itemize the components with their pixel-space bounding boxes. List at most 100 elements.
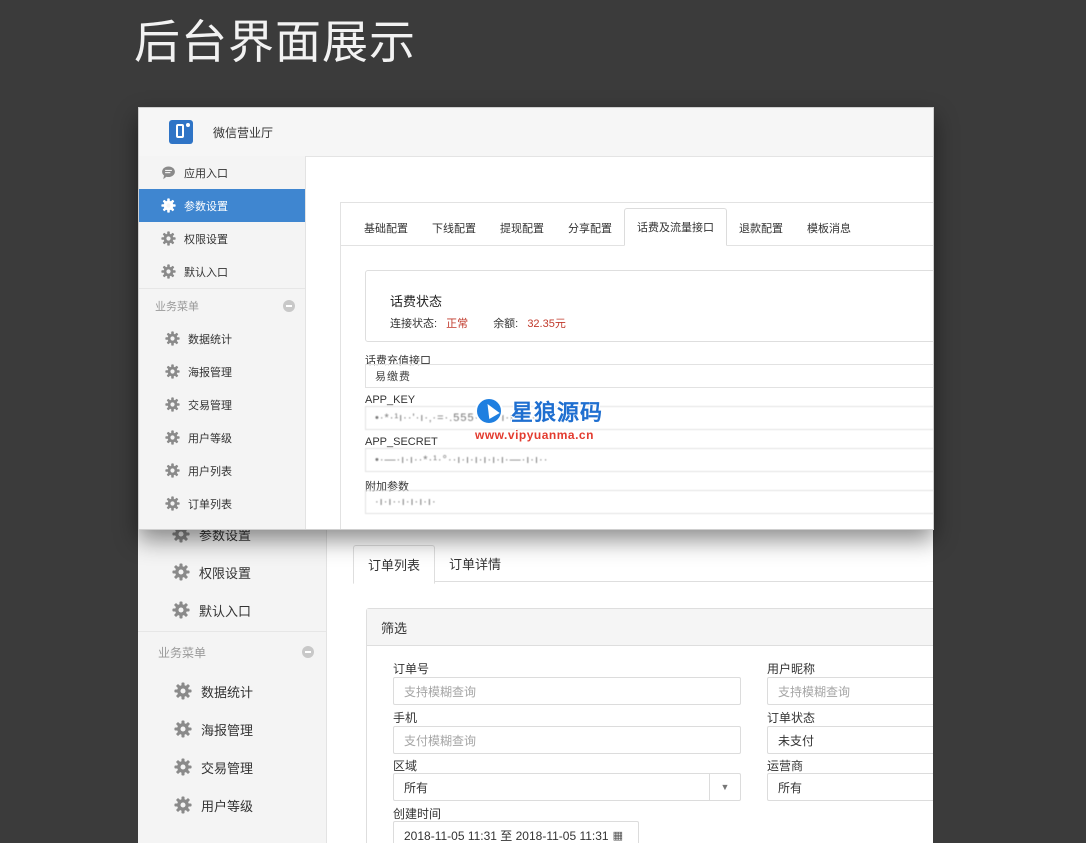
conn-label: 连接状态:: [390, 318, 438, 330]
group-label: 业务菜单: [158, 645, 207, 660]
field-input[interactable]: 易缴费: [365, 364, 933, 388]
sidebar-item[interactable]: 数据统计: [139, 322, 305, 355]
gear-icon: [165, 463, 180, 478]
calendar-icon[interactable]: ▦: [613, 829, 623, 842]
sidebar-item[interactable]: 订单列表: [139, 487, 305, 520]
tab[interactable]: 订单列表: [353, 545, 436, 584]
sidebar-item-label: 应用入口: [184, 167, 228, 180]
gear-icon: [165, 364, 180, 379]
business-menu-group[interactable]: 业务菜单: [139, 288, 305, 322]
field-input[interactable]: •·—·ı·ı··*·¹·°··ı·ı·ı·ı·ı·ı·—·ı·ı··: [365, 448, 933, 472]
sidebar-item-label: 用户等级: [201, 798, 254, 814]
sidebar-item-label: 交易管理: [201, 760, 254, 776]
region-select[interactable]: 所有 ▼: [393, 773, 741, 801]
sidebar-item-label: 用户列表: [188, 465, 232, 478]
gear-icon: [172, 563, 190, 581]
sidebar-item[interactable]: 用户列表: [139, 454, 305, 487]
tab[interactable]: 退款配置: [727, 211, 795, 245]
app-title: 微信营业厅: [213, 125, 274, 140]
sidebar-item[interactable]: 应用入口: [139, 156, 305, 189]
balance-label: 余额:: [493, 318, 519, 330]
gear-icon: [161, 264, 176, 279]
status-line: 连接状态: 正常 余额: 32.35元: [390, 315, 566, 331]
chevron-down-icon[interactable]: ▼: [709, 774, 740, 800]
filter-title: 筛选: [367, 609, 933, 646]
sidebar-item-label: 参数设置: [184, 200, 228, 213]
sidebar-item-label: 数据统计: [201, 684, 254, 700]
chat-bubble-icon: [161, 165, 176, 180]
order-status-label: 订单状态: [767, 711, 816, 725]
sidebar-item-label: 订单列表: [188, 498, 232, 511]
gear-icon: [174, 758, 192, 776]
sidebar-item-label: 权限设置: [184, 233, 228, 246]
tab[interactable]: 基础配置: [352, 211, 420, 245]
gear-icon: [172, 601, 190, 619]
created-time-value: 2018-11-05 11:31 至 2018-11-05 11:31: [404, 828, 609, 843]
page-headline: 后台界面展示: [134, 16, 416, 68]
nickname-label: 用户昵称: [767, 662, 816, 676]
tab[interactable]: 分享配置: [556, 211, 624, 245]
created-time-label: 创建时间: [393, 807, 442, 821]
sidebar-item[interactable]: 海报管理: [139, 355, 305, 388]
field-input[interactable]: •·*·¹ı··'·ı·‚·=·.555··ı·ı·ı·ı·ı·ı·ı·: [365, 406, 933, 430]
carrier-label: 运营商: [767, 759, 804, 773]
settings-screenshot: 微信营业厅 应用入口参数设置权限设置默认入口 业务菜单 数据统计海报管理交易管理…: [138, 107, 934, 530]
tab[interactable]: 模板消息: [795, 211, 863, 245]
tab[interactable]: 下线配置: [420, 211, 488, 245]
filter-panel: 筛选 订单号 支持模糊查询 用户昵称 支持模糊查询 手机 支付模糊查询 订单状态…: [366, 608, 933, 843]
order-no-input[interactable]: 支持模糊查询: [393, 677, 741, 705]
sidebar-item-label: 权限设置: [199, 565, 252, 581]
order-status-select[interactable]: 未支付: [767, 726, 933, 754]
sidebar-item[interactable]: 默认入口: [138, 591, 326, 629]
tab[interactable]: 订单详情: [435, 545, 515, 581]
conn-value: 正常: [446, 318, 469, 330]
front-sidebar: 应用入口参数设置权限设置默认入口 业务菜单 数据统计海报管理交易管理用户等级用户…: [139, 156, 306, 529]
nickname-input[interactable]: 支持模糊查询: [767, 677, 933, 705]
gear-icon: [174, 796, 192, 814]
sidebar-item[interactable]: 海报管理: [138, 710, 326, 748]
gear-icon: [161, 231, 176, 246]
gear-icon: [161, 198, 176, 213]
sidebar-item[interactable]: 权限设置: [139, 222, 305, 255]
gear-icon: [165, 397, 180, 412]
sidebar-item[interactable]: 交易管理: [139, 388, 305, 421]
sidebar-item[interactable]: 用户等级: [139, 421, 305, 454]
gear-icon: [174, 682, 192, 700]
field-input[interactable]: ·ı·ı··ı·ı·ı·ı·: [365, 490, 933, 514]
field-label: APP_KEY: [365, 394, 416, 406]
collapse-icon[interactable]: [302, 646, 314, 658]
sidebar-item[interactable]: 交易管理: [138, 748, 326, 786]
tab[interactable]: 提现配置: [488, 211, 556, 245]
sidebar-item[interactable]: 权限设置: [138, 553, 326, 591]
sidebar-item[interactable]: 数据统计: [138, 672, 326, 710]
status-title: 话费状态: [390, 294, 443, 309]
order-list-screenshot: 参数设置 权限设置 默认入口 业务菜单 数据统计 海报管理 交易管理 用户等级 订单列表订…: [138, 515, 933, 843]
app-header: 微信营业厅: [139, 108, 933, 157]
order-tabs: 订单列表 订单详情: [353, 545, 933, 584]
sidebar-item-label: 默认入口: [184, 266, 228, 279]
group-label: 业务菜单: [155, 300, 199, 313]
settings-body: 话费状态 连接状态: 正常 余额: 32.35元 话费充值接口 易缴费 APP_KE…: [340, 246, 933, 529]
gear-icon: [165, 430, 180, 445]
created-time-input[interactable]: 2018-11-05 11:31 至 2018-11-05 11:31 ▦: [393, 821, 639, 843]
sidebar-item-label: 默认入口: [199, 603, 252, 619]
gear-icon: [174, 720, 192, 738]
sidebar-item[interactable]: 用户等级: [138, 786, 326, 824]
carrier-select[interactable]: 所有: [767, 773, 933, 801]
gear-icon: [165, 331, 180, 346]
business-menu-group[interactable]: 业务菜单: [138, 631, 326, 672]
region-value: 所有: [404, 780, 429, 795]
back-sidebar: 参数设置 权限设置 默认入口 业务菜单 数据统计 海报管理 交易管理 用户等级: [138, 515, 327, 843]
phone-label: 手机: [393, 711, 418, 725]
phone-input[interactable]: 支付模糊查询: [393, 726, 741, 754]
sidebar-item-label: 海报管理: [201, 722, 254, 738]
sidebar-item-label: 海报管理: [188, 366, 232, 379]
sidebar-item[interactable]: 参数设置: [139, 189, 305, 222]
sidebar-item-label: 交易管理: [188, 399, 232, 412]
collapse-icon[interactable]: [283, 299, 295, 312]
gear-icon: [165, 496, 180, 511]
sidebar-item[interactable]: 默认入口: [139, 255, 305, 288]
sidebar-item-label: 用户等级: [188, 432, 232, 445]
tab[interactable]: 话费及流量接口: [624, 208, 727, 246]
balance-value: 32.35元: [527, 318, 566, 330]
